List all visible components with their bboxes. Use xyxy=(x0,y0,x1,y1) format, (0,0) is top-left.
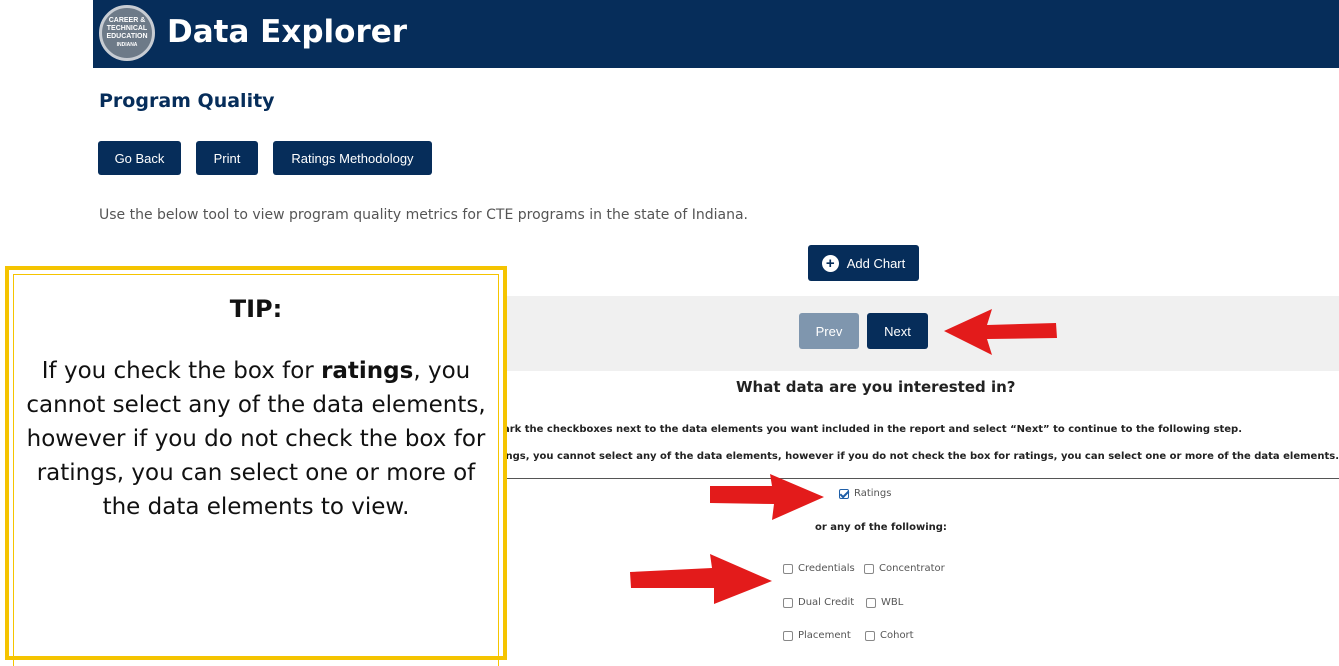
or-label: or any of the following: xyxy=(815,522,947,533)
ratings-option[interactable]: Ratings xyxy=(839,488,891,499)
tip-body-bold: ratings xyxy=(321,358,414,384)
option-cohort[interactable]: Cohort xyxy=(865,630,914,641)
concentrator-checkbox[interactable] xyxy=(864,563,874,574)
print-button[interactable]: Print xyxy=(196,141,258,175)
placement-checkbox[interactable] xyxy=(783,630,793,641)
option-placement[interactable]: Placement xyxy=(783,630,851,641)
next-button[interactable]: Next xyxy=(867,313,928,349)
arrow-to-next-icon xyxy=(944,309,1057,355)
option-label: Placement xyxy=(798,630,851,641)
wizard-instruction-1: Mark the checkboxes next to the data ele… xyxy=(493,424,1243,435)
option-credentials[interactable]: Credentials xyxy=(783,563,855,574)
cohort-checkbox[interactable] xyxy=(865,630,875,641)
ratings-label: Ratings xyxy=(854,488,892,499)
ratings-checkbox[interactable] xyxy=(839,488,849,499)
arrow-to-ratings-icon xyxy=(710,474,824,520)
cte-logo: CAREER & TECHNICAL EDUCATION INDIANA xyxy=(99,5,155,61)
go-back-button[interactable]: Go Back xyxy=(98,141,181,175)
add-chart-label: Add Chart xyxy=(846,255,906,271)
option-wbl[interactable]: WBL xyxy=(866,597,903,608)
tip-title: TIP: xyxy=(229,295,283,323)
option-label: Cohort xyxy=(880,630,914,641)
credentials-checkbox[interactable] xyxy=(783,563,793,574)
logo-text-line1: CAREER & xyxy=(108,17,146,24)
option-dual-credit[interactable]: Dual Credit xyxy=(783,597,854,608)
option-label: Concentrator xyxy=(879,563,945,574)
option-label: WBL xyxy=(881,597,904,608)
intro-text: Use the below tool to view program quali… xyxy=(99,207,749,223)
app-header: CAREER & TECHNICAL EDUCATION INDIANA Dat… xyxy=(93,0,1339,68)
option-label: Credentials xyxy=(798,563,855,574)
option-label: Dual Credit xyxy=(798,597,855,608)
logo-text-line4: INDIANA xyxy=(116,42,138,48)
wizard-instruction-2: e box for ratings, you cannot select any… xyxy=(497,451,1339,462)
prev-button[interactable]: Prev xyxy=(799,313,859,349)
logo-text-line3: EDUCATION xyxy=(106,33,148,40)
wbl-checkbox[interactable] xyxy=(866,597,876,608)
add-chart-button[interactable]: + Add Chart xyxy=(808,245,919,281)
app-title: Data Explorer xyxy=(167,14,408,50)
logo-text-line2: TECHNICAL xyxy=(106,25,148,32)
arrow-to-options-icon xyxy=(630,554,772,604)
plus-circle-icon: + xyxy=(821,254,839,272)
wizard-question: What data are you interested in? xyxy=(736,378,1016,396)
divider xyxy=(505,478,1339,479)
page-title: Program Quality xyxy=(99,90,275,112)
tip-body-part1: If you check the box for xyxy=(41,358,322,384)
ratings-methodology-button[interactable]: Ratings Methodology xyxy=(273,141,432,175)
tip-callout: TIP: If you check the box for ratings, y… xyxy=(5,266,507,666)
option-concentrator[interactable]: Concentrator xyxy=(864,563,945,574)
tip-body: If you check the box for ratings, you ca… xyxy=(23,354,489,524)
wizard-instruction-2-container: e box for ratings, you cannot select any… xyxy=(497,451,1339,462)
dual-credit-checkbox[interactable] xyxy=(783,597,793,608)
